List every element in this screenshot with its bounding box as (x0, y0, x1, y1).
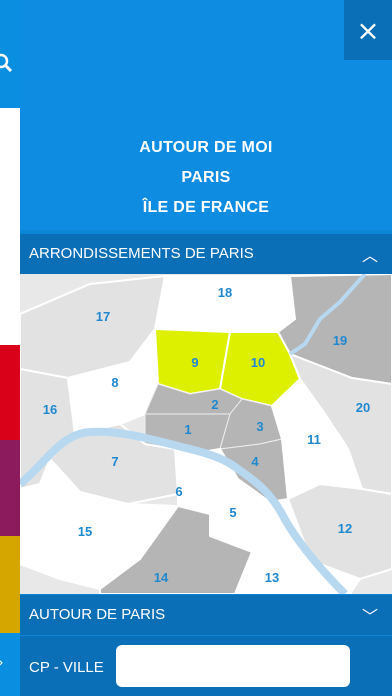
strip-color-purple (0, 440, 20, 536)
label-11: 11 (307, 432, 321, 447)
chevron-right-icon[interactable]: › (0, 655, 4, 671)
strip-color-red (0, 345, 20, 440)
postal-code-search: CP - VILLE (20, 636, 392, 696)
label-1: 1 (184, 422, 191, 437)
label-5: 5 (229, 505, 236, 520)
label-14: 14 (154, 570, 169, 585)
close-button[interactable]: × (344, 0, 392, 60)
label-9: 9 (191, 355, 198, 370)
location-menu: AUTOUR DE MOI PARIS ÎLE DE FRANCE (20, 133, 392, 223)
menu-item-paris[interactable]: PARIS (20, 163, 392, 193)
header: × AUTOUR DE MOI PARIS ÎLE DE FRANCE (20, 0, 392, 230)
chevron-up-icon[interactable]: ︿ (348, 234, 392, 274)
search-icon[interactable] (0, 52, 14, 79)
label-15: 15 (78, 524, 92, 539)
menu-item-autour-de-moi[interactable]: AUTOUR DE MOI (20, 133, 392, 163)
arrondissements-title: ARRONDISSEMENTS DE PARIS (29, 245, 254, 262)
label-6: 6 (175, 484, 182, 499)
label-17: 17 (96, 309, 110, 324)
menu-item-ile-de-france[interactable]: ÎLE DE FRANCE (20, 193, 392, 223)
label-19: 19 (333, 333, 347, 348)
label-18: 18 (218, 285, 232, 300)
autour-de-paris-title: AUTOUR DE PARIS (29, 606, 166, 623)
location-panel: × AUTOUR DE MOI PARIS ÎLE DE FRANCE ARRO… (20, 0, 392, 696)
label-13: 13 (265, 570, 279, 585)
label-20: 20 (356, 400, 370, 415)
label-10: 10 (251, 355, 265, 370)
strip-color-white (0, 108, 20, 345)
close-icon: × (356, 13, 380, 47)
paris-map: 17 18 19 8 9 10 16 2 20 1 3 11 7 4 6 5 1… (20, 274, 392, 594)
label-16: 16 (43, 402, 57, 417)
label-2: 2 (211, 397, 218, 412)
autour-de-paris-header[interactable]: AUTOUR DE PARIS ﹀ (20, 595, 392, 635)
chevron-down-icon[interactable]: ﹀ (348, 595, 392, 635)
side-strip: › (0, 0, 20, 696)
strip-color-gold (0, 536, 20, 633)
arrondissement-map-svg: 17 18 19 8 9 10 16 2 20 1 3 11 7 4 6 5 1… (20, 274, 392, 594)
label-12: 12 (338, 521, 352, 536)
label-7: 7 (111, 454, 118, 469)
cp-ville-label: CP - VILLE (29, 659, 104, 676)
cp-ville-input[interactable] (116, 645, 350, 687)
label-8: 8 (111, 375, 118, 390)
label-4: 4 (251, 454, 259, 469)
arrondissements-header[interactable]: ARRONDISSEMENTS DE PARIS ︿ (20, 234, 392, 274)
label-3: 3 (256, 419, 263, 434)
